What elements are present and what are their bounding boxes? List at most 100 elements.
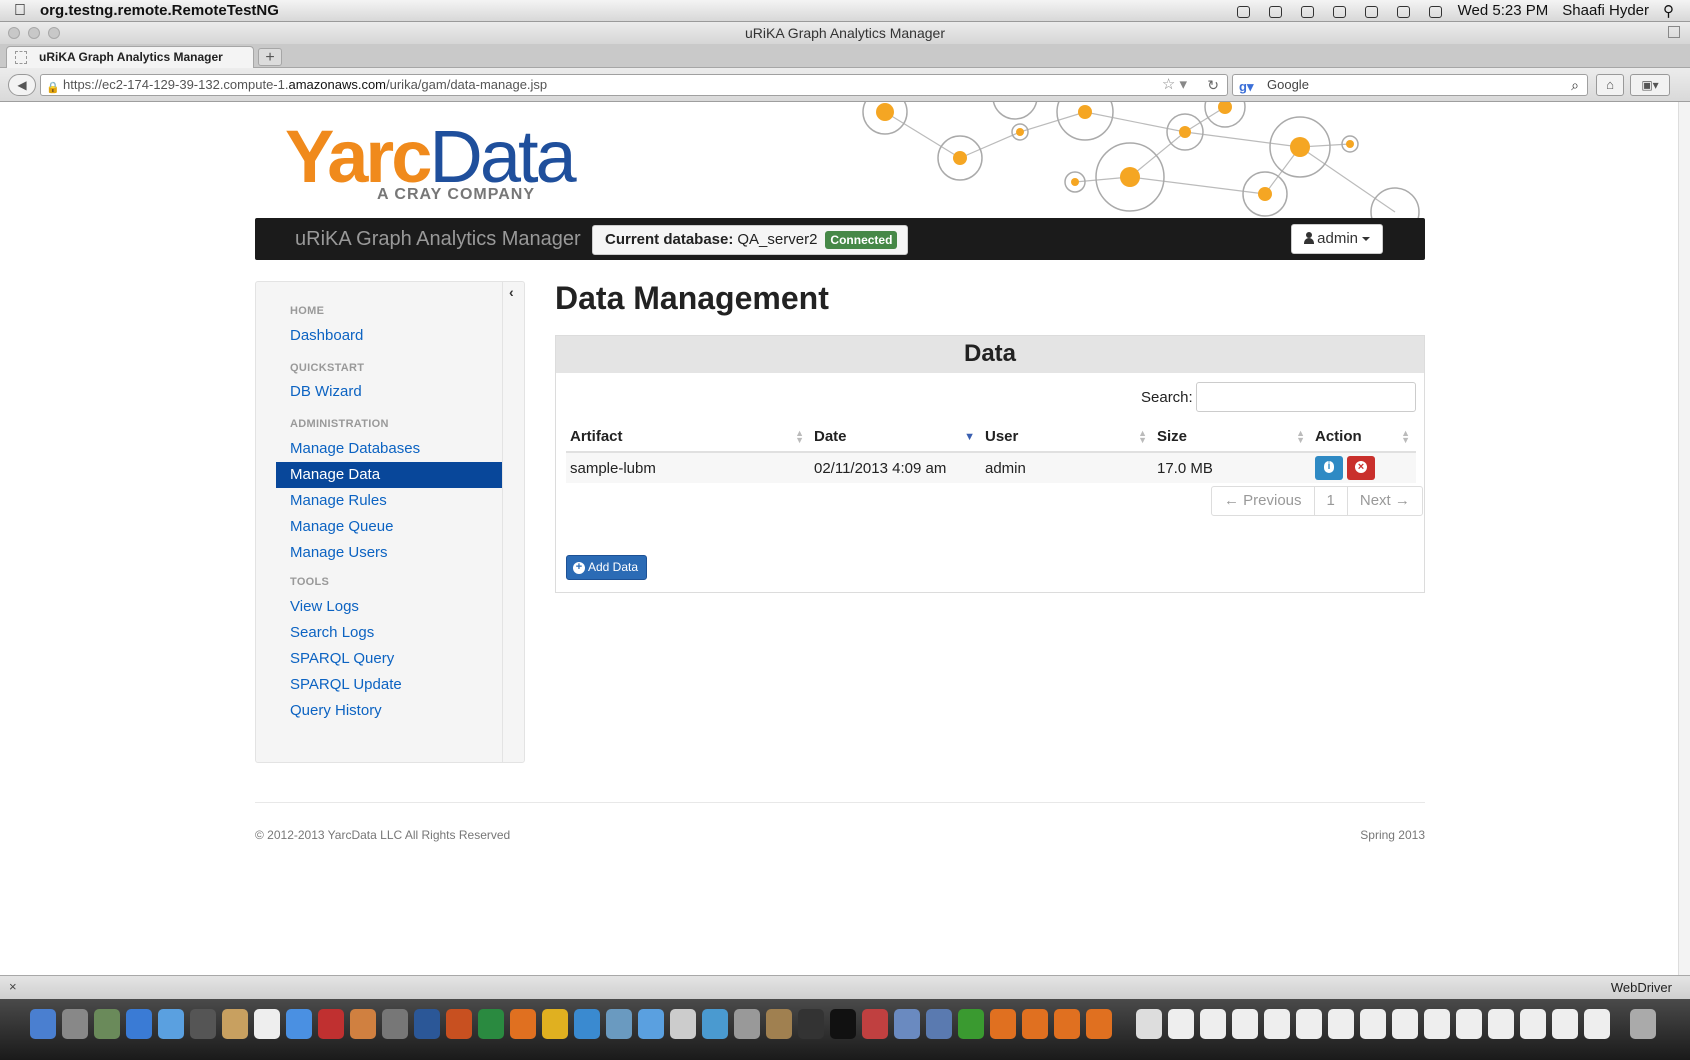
sidebar-item-sparql-query[interactable]: SPARQL Query xyxy=(276,646,502,672)
powerpoint-icon[interactable] xyxy=(446,1009,472,1039)
window-thumbnail-icon[interactable] xyxy=(1456,1009,1482,1039)
fullscreen-icon[interactable] xyxy=(1668,26,1680,38)
contacts-icon[interactable] xyxy=(222,1009,248,1039)
window-thumbnail-icon[interactable] xyxy=(1552,1009,1578,1039)
spotlight-icon[interactable]: ⚲ xyxy=(1663,2,1674,20)
volume-icon[interactable] xyxy=(1394,4,1412,18)
console-icon[interactable] xyxy=(798,1009,824,1039)
bookmarks-button[interactable]: ▣▾ xyxy=(1630,74,1670,96)
page-number-button[interactable]: 1 xyxy=(1315,487,1348,515)
sidebar-item-manage-users[interactable]: Manage Users xyxy=(276,540,502,566)
previous-page-button[interactable]: ← Previous xyxy=(1212,487,1315,515)
window-thumbnail-icon[interactable] xyxy=(1200,1009,1226,1039)
system-preferences-icon[interactable] xyxy=(382,1009,408,1039)
safari-icon[interactable] xyxy=(158,1009,184,1039)
window-thumbnail-icon[interactable] xyxy=(1264,1009,1290,1039)
yarcdata-logo[interactable]: YarcData A CRAY COMPANY xyxy=(285,120,577,204)
status-icon[interactable] xyxy=(1298,4,1316,18)
firefox-icon[interactable] xyxy=(510,1009,536,1039)
user-menu-button[interactable]: admin xyxy=(1291,224,1383,254)
add-data-button[interactable]: + Add Data xyxy=(566,555,648,580)
menu-user[interactable]: Shaafi Hyder xyxy=(1562,2,1649,19)
app-icon[interactable] xyxy=(894,1009,920,1039)
zoom-window-icon[interactable] xyxy=(48,27,60,39)
photo-booth-icon[interactable] xyxy=(318,1009,344,1039)
search-icon[interactable]: ⌕ xyxy=(1571,75,1579,95)
window-thumbnail-icon[interactable] xyxy=(1488,1009,1514,1039)
close-statusbar-icon[interactable]: × xyxy=(9,979,17,994)
column-header-size[interactable]: Size ▲ ▼ xyxy=(1153,422,1311,453)
sidebar-item-sparql-update[interactable]: SPARQL Update xyxy=(276,672,502,698)
app-name[interactable]: org.testng.remote.RemoteTestNG xyxy=(40,2,279,19)
app-store-icon[interactable] xyxy=(126,1009,152,1039)
sidebar-item-manage-databases[interactable]: Manage Databases xyxy=(276,436,502,462)
sidebar-item-manage-data[interactable]: Manage Data xyxy=(276,462,502,488)
home-button[interactable]: ⌂ xyxy=(1596,74,1624,96)
column-header-date[interactable]: Date ▼ xyxy=(810,422,981,453)
outlook-icon[interactable] xyxy=(542,1009,568,1039)
launchpad-icon[interactable] xyxy=(62,1009,88,1039)
delete-button[interactable] xyxy=(1347,456,1375,480)
preview-icon[interactable] xyxy=(734,1009,760,1039)
firefox-icon[interactable] xyxy=(990,1009,1016,1039)
brand-title[interactable]: uRiKA Graph Analytics Manager xyxy=(295,228,581,251)
sidebar-item-db-wizard[interactable]: DB Wizard xyxy=(276,379,502,405)
excel-icon[interactable] xyxy=(478,1009,504,1039)
next-page-button[interactable]: Next → xyxy=(1348,487,1422,515)
window-thumbnail-icon[interactable] xyxy=(1232,1009,1258,1039)
firefox-icon[interactable] xyxy=(1022,1009,1048,1039)
column-header-user[interactable]: User ▲ ▼ xyxy=(981,422,1153,453)
sidebar-item-manage-rules[interactable]: Manage Rules xyxy=(276,488,502,514)
sidebar-collapse-strip[interactable]: ‹ xyxy=(502,282,524,762)
menu-clock[interactable]: Wed 5:23 PM xyxy=(1458,2,1549,19)
google-icon[interactable]: g▾ xyxy=(1239,77,1253,97)
utility-icon[interactable] xyxy=(606,1009,632,1039)
word-icon[interactable] xyxy=(414,1009,440,1039)
messages-icon[interactable] xyxy=(638,1009,664,1039)
vertical-scrollbar[interactable] xyxy=(1678,102,1690,975)
address-bar[interactable]: 🔒 https://ec2-174-129-39-132.compute-1.a… xyxy=(40,74,1228,96)
column-header-artifact[interactable]: Artifact ▲ ▼ xyxy=(566,422,810,453)
chevron-left-icon[interactable]: ‹ xyxy=(509,284,514,300)
facetime-icon[interactable] xyxy=(190,1009,216,1039)
itunes-icon[interactable] xyxy=(286,1009,312,1039)
info-button[interactable] xyxy=(1315,456,1343,480)
sidebar-item-query-history[interactable]: Query History xyxy=(276,698,502,724)
shield-icon[interactable] xyxy=(926,1009,952,1039)
window-thumbnail-icon[interactable] xyxy=(1424,1009,1450,1039)
firefox-icon[interactable] xyxy=(1086,1009,1112,1039)
iphoto-icon[interactable] xyxy=(350,1009,376,1039)
document-icon[interactable] xyxy=(1136,1009,1162,1039)
bookmark-star-icon[interactable]: ☆ ▾ xyxy=(1162,75,1187,95)
automator-icon[interactable] xyxy=(766,1009,792,1039)
app-icon[interactable] xyxy=(862,1009,888,1039)
window-thumbnail-icon[interactable] xyxy=(1392,1009,1418,1039)
back-button[interactable]: ◀ xyxy=(8,74,36,96)
wifi-icon[interactable] xyxy=(1362,4,1380,18)
browser-tab[interactable]: uRiKA Graph Analytics Manager xyxy=(6,46,254,68)
status-icon[interactable] xyxy=(1234,4,1252,18)
firefox-icon[interactable] xyxy=(1054,1009,1080,1039)
new-tab-button[interactable]: + xyxy=(258,48,282,66)
status-icon[interactable] xyxy=(1266,4,1284,18)
minimize-window-icon[interactable] xyxy=(28,27,40,39)
bluetooth-icon[interactable] xyxy=(1330,4,1348,18)
globe-icon[interactable] xyxy=(702,1009,728,1039)
apple-menu-icon[interactable]:  xyxy=(0,2,40,20)
search-bar[interactable]: g▾ Google ⌕ xyxy=(1232,74,1588,96)
reload-icon[interactable]: ↻ xyxy=(1207,75,1219,95)
mission-control-icon[interactable] xyxy=(94,1009,120,1039)
close-window-icon[interactable] xyxy=(8,27,20,39)
terminal-icon[interactable] xyxy=(830,1009,856,1039)
window-thumbnail-icon[interactable] xyxy=(1328,1009,1354,1039)
finder-icon[interactable] xyxy=(30,1009,56,1039)
window-thumbnail-icon[interactable] xyxy=(1360,1009,1386,1039)
window-thumbnail-icon[interactable] xyxy=(1584,1009,1610,1039)
calendar-icon[interactable] xyxy=(254,1009,280,1039)
column-header-action[interactable]: Action ▲ ▼ xyxy=(1311,422,1416,453)
search-input[interactable] xyxy=(1196,382,1416,412)
trash-icon[interactable] xyxy=(1630,1009,1656,1039)
sidebar-item-dashboard[interactable]: Dashboard xyxy=(276,323,502,349)
sidebar-item-view-logs[interactable]: View Logs xyxy=(276,594,502,620)
window-thumbnail-icon[interactable] xyxy=(1296,1009,1322,1039)
